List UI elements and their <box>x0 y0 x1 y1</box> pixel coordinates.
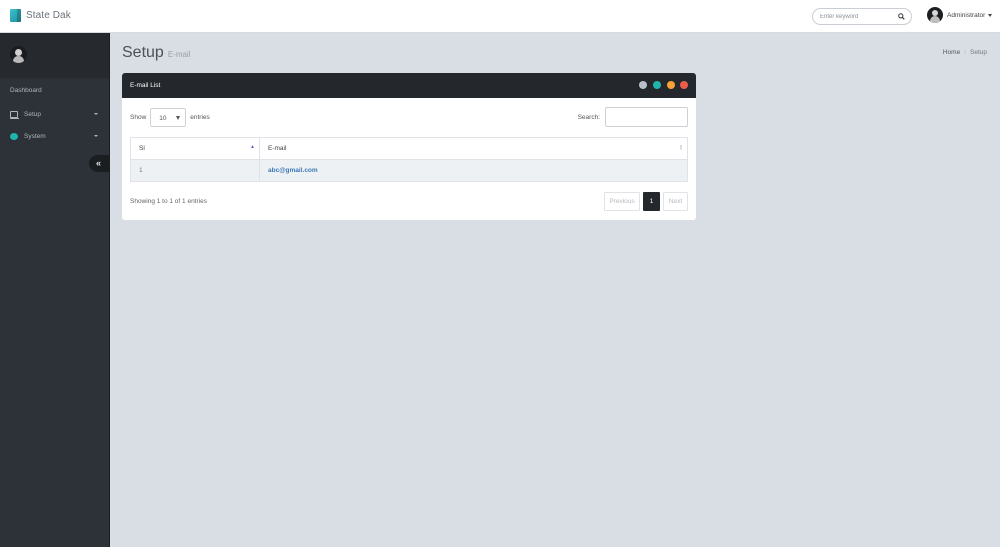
breadcrumb-current: Setup <box>970 49 987 56</box>
table-search-input[interactable] <box>605 107 688 127</box>
sidebar-item-label: Setup <box>24 110 41 118</box>
top-navbar: State Dak Administrator <box>0 0 1000 33</box>
search-box <box>812 8 912 25</box>
next-page-button[interactable]: Next <box>663 192 688 211</box>
avatar <box>927 7 943 23</box>
panel-header: E-mail List <box>122 73 696 98</box>
caret-down-icon <box>94 113 98 115</box>
cell-email: abc@gmail.com <box>259 159 688 182</box>
search-label: Search: <box>577 113 600 121</box>
entries-select-value: 10 <box>159 115 167 122</box>
show-label: Show <box>130 114 147 121</box>
column-header-label: E-mail <box>268 145 287 152</box>
column-header-sl[interactable]: Sl ▲ <box>130 137 260 160</box>
refresh-control[interactable] <box>653 81 661 89</box>
refresh-icon <box>653 81 661 89</box>
table-info: Showing 1 to 1 of 1 entries <box>130 198 207 205</box>
brand-name: State Dak <box>26 10 71 21</box>
sidebar-item-system[interactable]: System <box>0 129 108 143</box>
entries-label: entries <box>190 114 210 121</box>
sidebar-item-dashboard[interactable]: Dashboard <box>10 87 42 94</box>
table-filter: Search: <box>578 107 688 127</box>
email-list-panel: E-mail List Show 10 entries Search: Sl ▲… <box>122 73 696 220</box>
panel-title: E-mail List <box>130 82 161 89</box>
collapse-control[interactable] <box>639 81 647 89</box>
email-table: Sl ▲ E-mail ▲ ▼ 1 abc@gmail.com <box>130 137 688 182</box>
breadcrumb-home[interactable]: Home <box>943 49 960 56</box>
page-1-button[interactable]: 1 <box>643 192 660 211</box>
search-input[interactable] <box>820 11 898 22</box>
table-row: 1 abc@gmail.com <box>130 159 688 182</box>
check-icon <box>639 81 647 89</box>
page-title-main: Setup <box>122 44 164 61</box>
dot-icon <box>10 132 18 140</box>
user-menu[interactable]: Administrator <box>927 7 993 23</box>
sidebar-item-label: System <box>24 132 46 140</box>
page-subtitle: E-mail <box>167 50 191 59</box>
cell-sl: 1 <box>130 159 260 182</box>
sort-both-icon: ▲ ▼ <box>679 143 683 151</box>
sidebar-item-setup[interactable]: Setup <box>0 107 108 121</box>
sidebar-header <box>0 33 109 78</box>
monitor-icon <box>10 110 19 119</box>
caret-down-icon <box>176 116 181 120</box>
caret-down-icon <box>988 13 993 17</box>
page-title: Setup E-mail <box>122 44 190 62</box>
column-header-email[interactable]: E-mail ▲ ▼ <box>259 137 688 160</box>
table-header-row: Sl ▲ E-mail ▲ ▼ <box>130 137 688 160</box>
previous-page-button[interactable]: Previous <box>604 192 640 211</box>
breadcrumb: Home / Setup <box>943 49 987 56</box>
sidebar: Dashboard Setup System « <box>0 33 110 547</box>
sort-ascending-icon: ▲ <box>250 144 255 150</box>
brand[interactable]: State Dak <box>10 9 71 22</box>
sidebar-avatar[interactable] <box>10 46 27 63</box>
minimize-control[interactable] <box>667 81 675 89</box>
close-icon <box>680 81 688 89</box>
sidebar-collapse-button[interactable]: « <box>89 155 109 172</box>
entries-select[interactable]: 10 <box>150 108 187 127</box>
brand-logo-icon <box>10 9 21 22</box>
breadcrumb-separator: / <box>964 49 966 56</box>
column-header-label: Sl <box>139 145 145 152</box>
pagination: Previous 1 Next <box>601 192 688 211</box>
caret-down-icon <box>94 135 98 137</box>
table-length: Show 10 entries <box>130 108 210 127</box>
email-link[interactable]: abc@gmail.com <box>268 167 318 174</box>
user-name: Administrator <box>947 11 986 19</box>
close-control[interactable] <box>680 81 688 89</box>
search-icon[interactable] <box>898 13 905 20</box>
double-chevron-left-icon: « <box>96 158 102 168</box>
minus-icon <box>667 81 675 89</box>
